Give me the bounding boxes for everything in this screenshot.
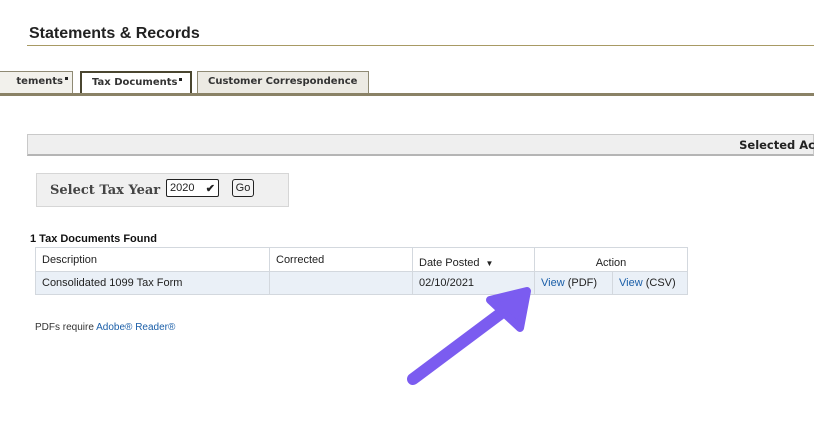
tab-statements[interactable]: tements	[0, 71, 73, 93]
view-pdf-cell: View (PDF)	[534, 271, 613, 295]
arrow-shape	[407, 287, 531, 385]
tab-divider	[0, 93, 814, 96]
chevron-down-icon: ✔	[205, 183, 215, 195]
column-header-action: Action	[534, 247, 688, 272]
table-row: Consolidated 1099 Tax Form 02/10/2021 Vi…	[35, 271, 688, 295]
tax-documents-table: Description Corrected Date Posted ▼ Actio…	[35, 247, 688, 295]
tax-year-value: 2020	[170, 182, 195, 194]
column-header-date-posted[interactable]: Date Posted ▼	[412, 247, 535, 272]
go-button[interactable]: Go	[232, 179, 254, 197]
pointer-arrow-icon	[407, 287, 531, 385]
documents-found-heading: 1 Tax Documents Found	[30, 233, 157, 245]
view-csv-link[interactable]: View	[619, 277, 643, 289]
tab-customer-correspondence-label: Customer Correspondence	[208, 76, 358, 87]
adobe-reader-link[interactable]: Adobe® Reader®	[96, 322, 175, 333]
document-corrected	[269, 271, 413, 295]
table-header-row: Description Corrected Date Posted ▼ Actio…	[35, 247, 688, 272]
view-pdf-format: (PDF)	[567, 277, 598, 289]
tab-statements-label: tements	[16, 76, 63, 87]
view-csv-format: (CSV)	[645, 277, 676, 289]
column-header-corrected: Corrected	[269, 247, 413, 272]
document-date-posted: 02/10/2021	[412, 271, 535, 295]
view-pdf-link[interactable]: View	[541, 277, 565, 289]
pdf-note-text: PDFs require	[35, 322, 97, 333]
column-header-date-posted-label: Date Posted	[419, 257, 480, 269]
column-header-description: Description	[35, 247, 270, 272]
tab-marker-icon	[179, 78, 183, 81]
document-description: Consolidated 1099 Tax Form	[35, 271, 270, 295]
tab-customer-correspondence[interactable]: Customer Correspondence	[197, 71, 369, 93]
tax-year-panel: Select Tax Year 2020 ✔ Go	[36, 173, 289, 207]
selected-account-label: Selected Ac	[739, 138, 814, 152]
tax-year-label: Select Tax Year	[50, 183, 161, 198]
selected-account-bar: Selected Ac	[27, 134, 814, 156]
sort-down-icon: ▼	[485, 258, 494, 268]
tax-year-select[interactable]: 2020 ✔	[166, 179, 219, 197]
pdf-requirement-note: PDFs require Adobe® Reader®	[35, 322, 175, 333]
page-title: Statements & Records	[29, 25, 200, 42]
title-divider	[27, 45, 814, 46]
view-csv-cell: View (CSV)	[612, 271, 688, 295]
tab-marker-icon	[65, 77, 68, 80]
tab-tax-documents-label: Tax Documents	[92, 77, 178, 88]
